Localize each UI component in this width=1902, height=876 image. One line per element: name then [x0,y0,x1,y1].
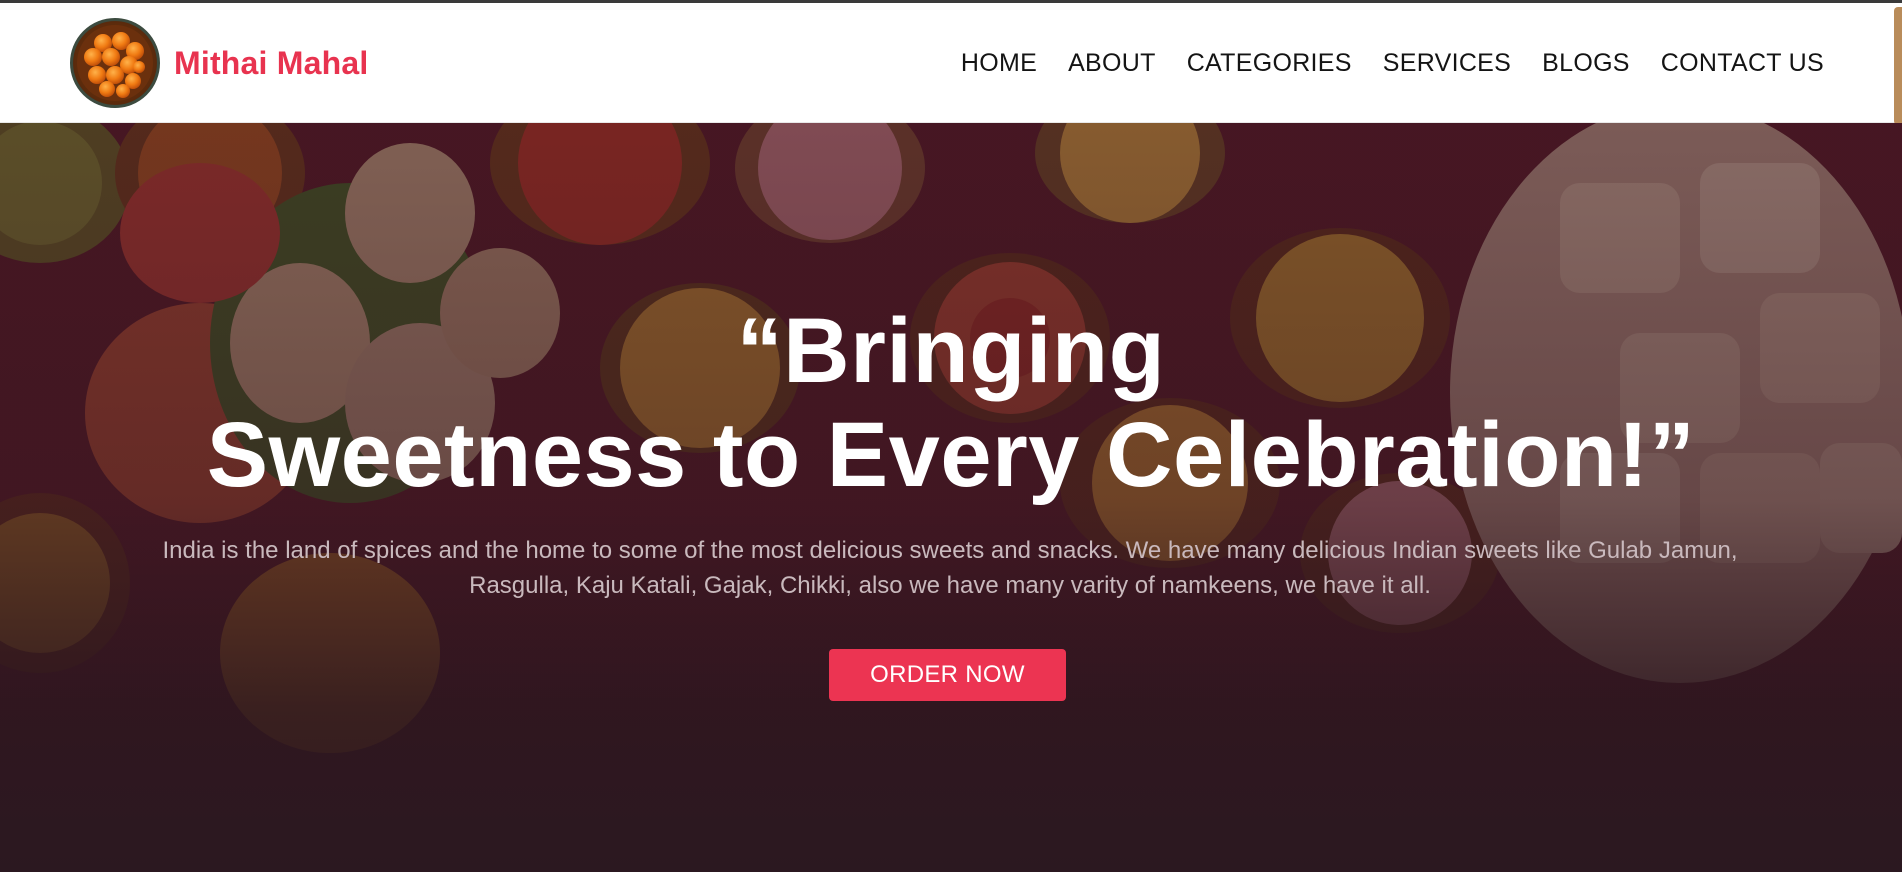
brand-name[interactable]: Mithai Mahal [174,45,368,82]
nav-contact-us[interactable]: CONTACT US [1661,49,1824,78]
hero-content: “Bringing Sweetness to Every Celebration… [0,123,1902,876]
nav-services[interactable]: SERVICES [1383,49,1511,78]
nav-home[interactable]: HOME [961,49,1037,78]
hero-description: India is the land of spices and the home… [162,537,1738,599]
main-nav: HOME ABOUT CATEGORIES SERVICES BLOGS CON… [961,49,1824,78]
logo-artwork [77,25,153,101]
page-bottom-edge [0,872,1902,876]
order-now-button[interactable]: ORDER NOW [829,649,1066,701]
laddoo-plate-icon [70,18,160,108]
nav-blogs[interactable]: BLOGS [1542,49,1630,78]
nav-categories[interactable]: CATEGORIES [1187,49,1352,78]
brand[interactable]: Mithai Mahal [70,18,368,108]
nav-about[interactable]: ABOUT [1068,49,1156,78]
hero-headline-line-1: “Bringing [736,300,1166,402]
site-header: Mithai Mahal HOME ABOUT CATEGORIES SERVI… [0,3,1902,125]
hero-section: “Bringing Sweetness to Every Celebration… [0,123,1902,876]
page-scrollbar-thumb[interactable] [1894,7,1902,125]
hero-headline-line-2: Sweetness to Every Celebration!” [206,404,1696,506]
